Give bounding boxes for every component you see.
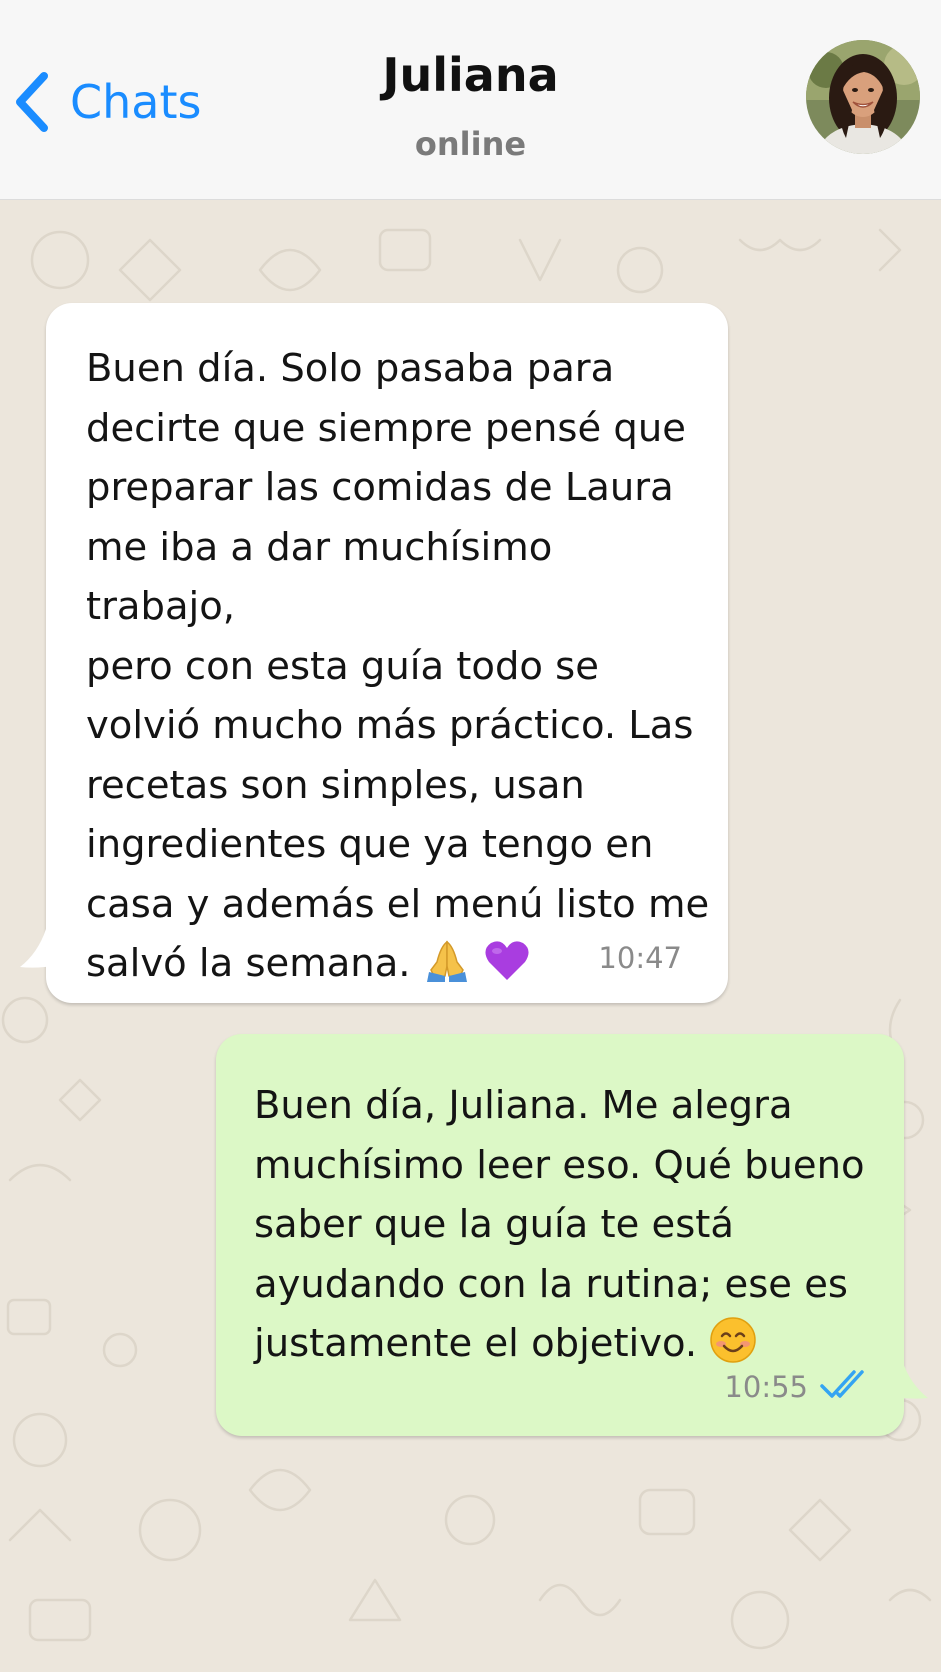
bubble-tail	[890, 1360, 928, 1399]
folded-hands-emoji	[426, 940, 467, 982]
contact-status: online	[414, 125, 527, 163]
message-time: 10:47	[598, 941, 682, 975]
message-text-content: Buen día. Solo pasaba para decirte que s…	[86, 346, 710, 986]
bubble-tail	[20, 929, 58, 968]
incoming-message-bubble[interactable]: Buen día. Solo pasaba para decirte que s…	[20, 303, 728, 1003]
message-text-content: Buen día, Juliana. Me alegra muchísimo l…	[254, 1083, 865, 1366]
purple-heart-emoji	[485, 941, 529, 980]
outgoing-message-bubble[interactable]: Buen día, Juliana. Me alegra muchísimo l…	[216, 1034, 928, 1436]
double-check-icon	[820, 1370, 864, 1398]
message-time: 10:55	[724, 1370, 808, 1404]
message-text: Buen día, Juliana. Me alegra muchísimo l…	[254, 1076, 894, 1374]
chat-header: Chats Juliana online	[0, 0, 941, 200]
avatar-photo	[806, 40, 920, 154]
avatar[interactable]	[806, 40, 920, 154]
message-text: Buen día. Solo pasaba para decirte que s…	[86, 339, 711, 994]
contact-name[interactable]: Juliana	[0, 52, 941, 98]
smiling-face-emoji	[710, 1317, 757, 1363]
